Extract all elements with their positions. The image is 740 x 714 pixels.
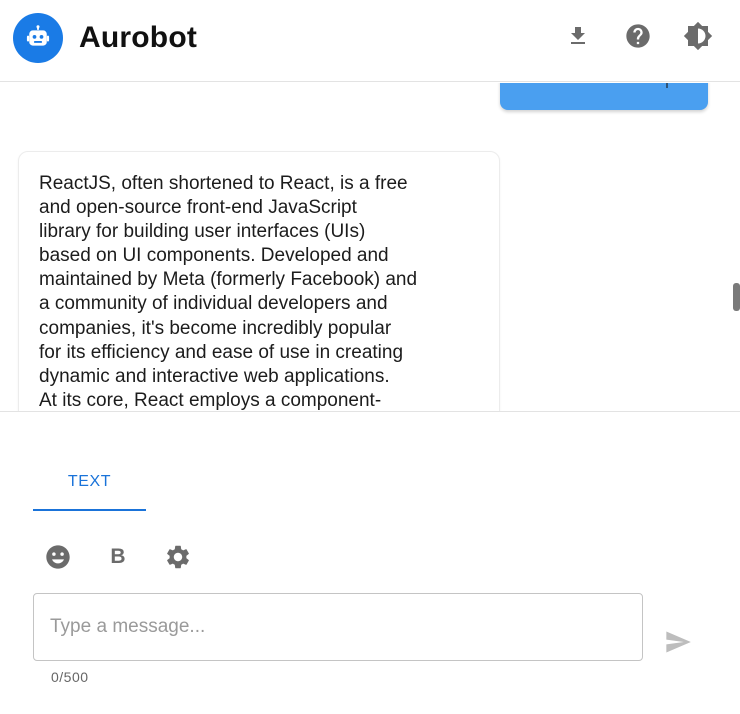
- emoji-button[interactable]: [42, 541, 74, 573]
- gear-icon: [167, 545, 189, 569]
- emoji-icon: [46, 545, 70, 569]
- download-button[interactable]: [562, 20, 594, 52]
- settings-button[interactable]: [162, 541, 194, 573]
- tab-indicator: [33, 509, 146, 511]
- theme-toggle-button[interactable]: [682, 20, 714, 52]
- robot-icon: [13, 13, 63, 63]
- divider: [0, 411, 740, 412]
- brightness-icon: [683, 21, 713, 51]
- send-button[interactable]: [660, 624, 696, 660]
- character-counter: 0/500: [51, 669, 89, 685]
- bold-button[interactable]: B: [102, 541, 134, 573]
- message-input[interactable]: [33, 593, 643, 661]
- user-message-bubble: [500, 83, 708, 110]
- help-button[interactable]: [622, 20, 654, 52]
- app-header: Aurobot: [0, 0, 740, 82]
- scrollbar-thumb[interactable]: [733, 283, 740, 311]
- tab-text[interactable]: TEXT: [33, 463, 146, 511]
- chat-app: Aurobot ReactJS, often shortened to Reac…: [0, 0, 740, 714]
- help-circle-icon: [626, 24, 650, 48]
- bot-message-text: ReactJS, often shortened to React, is a …: [39, 173, 418, 411]
- tab-label: TEXT: [67, 473, 112, 490]
- bold-icon: B: [110, 545, 126, 568]
- download-icon: [571, 27, 585, 44]
- send-icon: [666, 631, 691, 653]
- message-list: ReactJS, often shortened to React, is a …: [0, 83, 740, 411]
- bot-message-bubble: ReactJS, often shortened to React, is a …: [18, 151, 500, 411]
- app-title: Aurobot: [79, 21, 198, 54]
